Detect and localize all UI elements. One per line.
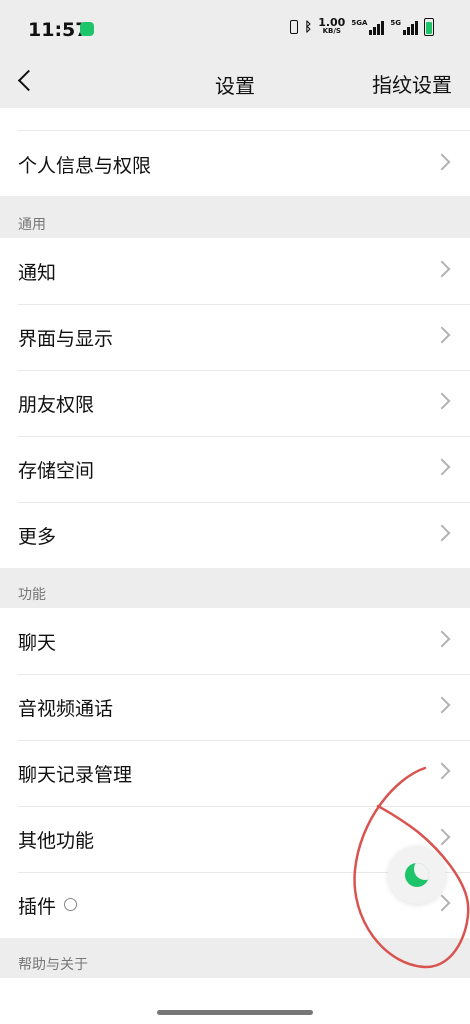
battery-icon: [424, 18, 434, 36]
settings-row-notifications[interactable]: 通知: [0, 238, 470, 304]
settings-row-storage[interactable]: 存储空间: [0, 436, 470, 502]
chevron-right-icon: [433, 153, 451, 171]
moon-icon: [405, 863, 429, 887]
sim2-label: 5G: [390, 19, 401, 27]
dark-mode-float-button[interactable]: [388, 846, 446, 904]
home-indicator[interactable]: [157, 1010, 313, 1015]
chevron-right-icon: [433, 392, 451, 410]
row-label-text: 插件: [18, 896, 57, 918]
chevron-right-icon: [433, 894, 451, 912]
row-label: 聊天记录管理: [18, 764, 133, 786]
bluetooth-icon: ᛒ: [304, 19, 313, 35]
section-header-help: 帮助与关于: [18, 957, 88, 973]
section-header-general: 通用: [18, 217, 46, 233]
nav-bar: 设置 指纹设置: [0, 56, 470, 108]
vibrate-icon: [290, 20, 299, 34]
list-group-general: 通知 界面与显示 朋友权限 存储空间 更多: [0, 238, 470, 568]
app-notification-icon: [80, 22, 94, 36]
settings-row-friend-permissions[interactable]: 朋友权限: [0, 370, 470, 436]
chevron-right-icon: [433, 260, 451, 278]
sim1-signal-icon: 5GA: [351, 19, 385, 35]
list-group-help: [0, 978, 470, 1024]
chevron-right-icon: [433, 828, 451, 846]
status-bar: 11:57 ᛒ 1.00 KB/S 5GA 5G: [0, 0, 470, 56]
chevron-right-icon: [433, 696, 451, 714]
row-label: 界面与显示: [18, 328, 114, 350]
row-label: 通知: [18, 262, 57, 284]
settings-row-display[interactable]: 界面与显示: [0, 304, 470, 370]
row-label: 聊天: [18, 632, 57, 654]
net-speed-unit: KB/S: [322, 27, 341, 35]
sim2-signal-icon: 5G: [390, 19, 418, 35]
settings-row-calls[interactable]: 音视频通话: [0, 674, 470, 740]
chevron-right-icon: [433, 762, 451, 780]
row-label: 音视频通话: [18, 698, 114, 720]
plugin-icon: [64, 898, 78, 911]
fingerprint-settings-button[interactable]: 指纹设置: [372, 69, 452, 98]
chevron-right-icon: [433, 458, 451, 476]
settings-row-more[interactable]: 更多: [0, 502, 470, 568]
row-label: 更多: [18, 526, 57, 548]
row-label: 其他功能: [18, 830, 95, 852]
chevron-right-icon: [433, 630, 451, 648]
row-label: 朋友权限: [18, 394, 95, 416]
settings-row-personal-info[interactable]: 个人信息与权限: [0, 131, 470, 197]
net-speed-value: 1.00: [318, 16, 346, 29]
chevron-right-icon: [433, 326, 451, 344]
section-header-features: 功能: [18, 587, 46, 603]
sim1-label: 5GA: [351, 19, 368, 27]
row-label: 插件: [18, 892, 78, 919]
list-group-top: 个人信息与权限: [0, 108, 470, 196]
row-label: 个人信息与权限: [18, 155, 152, 177]
row-label: 存储空间: [18, 460, 95, 482]
chevron-right-icon: [433, 524, 451, 542]
status-indicators: ᛒ 1.00 KB/S 5GA 5G: [290, 16, 434, 36]
net-speed: 1.00 KB/S: [318, 16, 346, 36]
list-top-spacer: [18, 108, 470, 131]
settings-row-chat-history[interactable]: 聊天记录管理: [0, 740, 470, 806]
settings-row-chat[interactable]: 聊天: [0, 608, 470, 674]
